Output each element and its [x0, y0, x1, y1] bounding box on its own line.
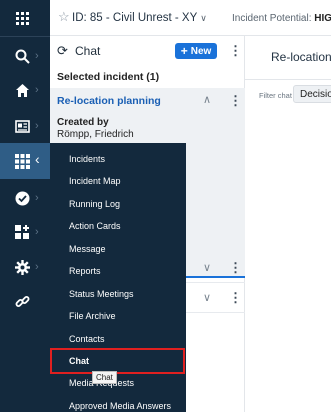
menu-item-contacts[interactable]: Contacts: [50, 328, 186, 350]
menu-item-running-log[interactable]: Running Log: [50, 193, 186, 215]
menu-item-approved-media-answers[interactable]: Approved Media Answers: [50, 395, 186, 412]
rail-item-links[interactable]: [0, 283, 50, 319]
rail-item-modules[interactable]: ‹: [0, 143, 50, 179]
chat-item-more-icon[interactable]: ⋮: [229, 261, 242, 274]
link-icon: [14, 293, 30, 309]
rail-item-tasks[interactable]: ›: [0, 180, 50, 216]
chevron-down-icon: ∨: [200, 13, 207, 23]
add-widget-icon: [14, 224, 30, 240]
navigation-rail: › › › ‹ › › ›: [0, 0, 50, 412]
incident-title: ID: 85 - Civil Unrest - XY: [72, 12, 198, 24]
new-chat-button[interactable]: + New: [175, 43, 217, 59]
rail-item-search[interactable]: ›: [0, 38, 50, 74]
settings-gear-icon: [14, 259, 30, 275]
rail-item-news[interactable]: ›: [0, 108, 50, 144]
menu-item-media-requests[interactable]: Media Requests: [50, 372, 186, 394]
menu-item-incident-map[interactable]: Incident Map: [50, 170, 186, 192]
rail-item-widgets[interactable]: ›: [0, 214, 50, 250]
chat-item-title: Re-location planning: [57, 95, 161, 107]
plus-icon: +: [180, 44, 188, 58]
menu-item-file-archive[interactable]: File Archive: [50, 305, 186, 327]
chat-detail-title: Re-location p: [271, 50, 331, 64]
modules-grid-icon: [14, 153, 30, 169]
chat-tooltip: Chat: [92, 371, 117, 384]
chevron-right-icon: ›: [35, 120, 39, 132]
check-circle-icon: [14, 190, 30, 206]
rail-item-home[interactable]: ›: [0, 72, 50, 108]
filter-chat-label: Filter chat: [259, 91, 292, 100]
rail-divider: [0, 36, 50, 37]
menu-item-status-meetings[interactable]: Status Meetings: [50, 283, 186, 305]
potential-label: Incident Potential:: [232, 13, 312, 24]
rail-item-settings[interactable]: ›: [0, 249, 50, 285]
apps-menu-button[interactable]: [0, 0, 50, 36]
created-by-label: Created by: [57, 117, 109, 128]
chat-panel-title: Chat: [75, 44, 101, 58]
chevron-down-icon[interactable]: ∨: [203, 291, 211, 304]
chevron-right-icon: ›: [35, 84, 39, 96]
chat-panel-header: ⟳ Chat + New ⋮: [50, 36, 245, 66]
new-button-label: New: [190, 45, 212, 57]
more-options-icon[interactable]: ⋮: [229, 44, 242, 57]
menu-item-action-cards[interactable]: Action Cards: [50, 215, 186, 237]
menu-item-reports[interactable]: Reports: [50, 260, 186, 282]
incident-potential: Incident Potential: HIGH: [232, 13, 331, 24]
selected-incident-count: Selected incident (1): [57, 71, 160, 83]
chevron-right-icon: ›: [35, 261, 39, 273]
home-icon: [14, 82, 30, 98]
apps-grid-icon: [14, 10, 30, 26]
search-icon: [14, 48, 30, 64]
chevron-right-icon: ›: [35, 192, 39, 204]
chat-item-more-icon[interactable]: ⋮: [229, 94, 242, 107]
menu-item-incidents[interactable]: Incidents: [50, 148, 186, 170]
chat-detail-panel: Re-location p Filter chat Decision: [245, 36, 331, 412]
chat-detail-header: Re-location p: [245, 36, 331, 80]
chat-item-more-icon[interactable]: ⋮: [229, 291, 242, 304]
chevron-right-icon: ›: [35, 226, 39, 238]
newspaper-icon: [14, 118, 30, 134]
incident-selector[interactable]: ID: 85 - Civil Unrest - XY ∨: [72, 12, 207, 24]
menu-item-chat[interactable]: Chat: [50, 348, 185, 374]
refresh-icon[interactable]: ⟳: [57, 43, 68, 59]
chevron-down-icon[interactable]: ∨: [203, 261, 211, 274]
chevron-left-icon: ‹: [35, 151, 40, 167]
chevron-up-icon[interactable]: ∧: [203, 93, 211, 106]
potential-value: HIGH: [314, 13, 331, 24]
menu-item-message[interactable]: Message: [50, 238, 186, 260]
created-by-name: Römpp, Friedrich: [57, 129, 134, 140]
chevron-right-icon: ›: [35, 50, 39, 62]
modules-flyout-menu: Incidents Incident Map Running Log Actio…: [50, 143, 186, 412]
star-icon[interactable]: ☆: [58, 9, 70, 25]
filter-chip-decision[interactable]: Decision: [293, 85, 331, 103]
